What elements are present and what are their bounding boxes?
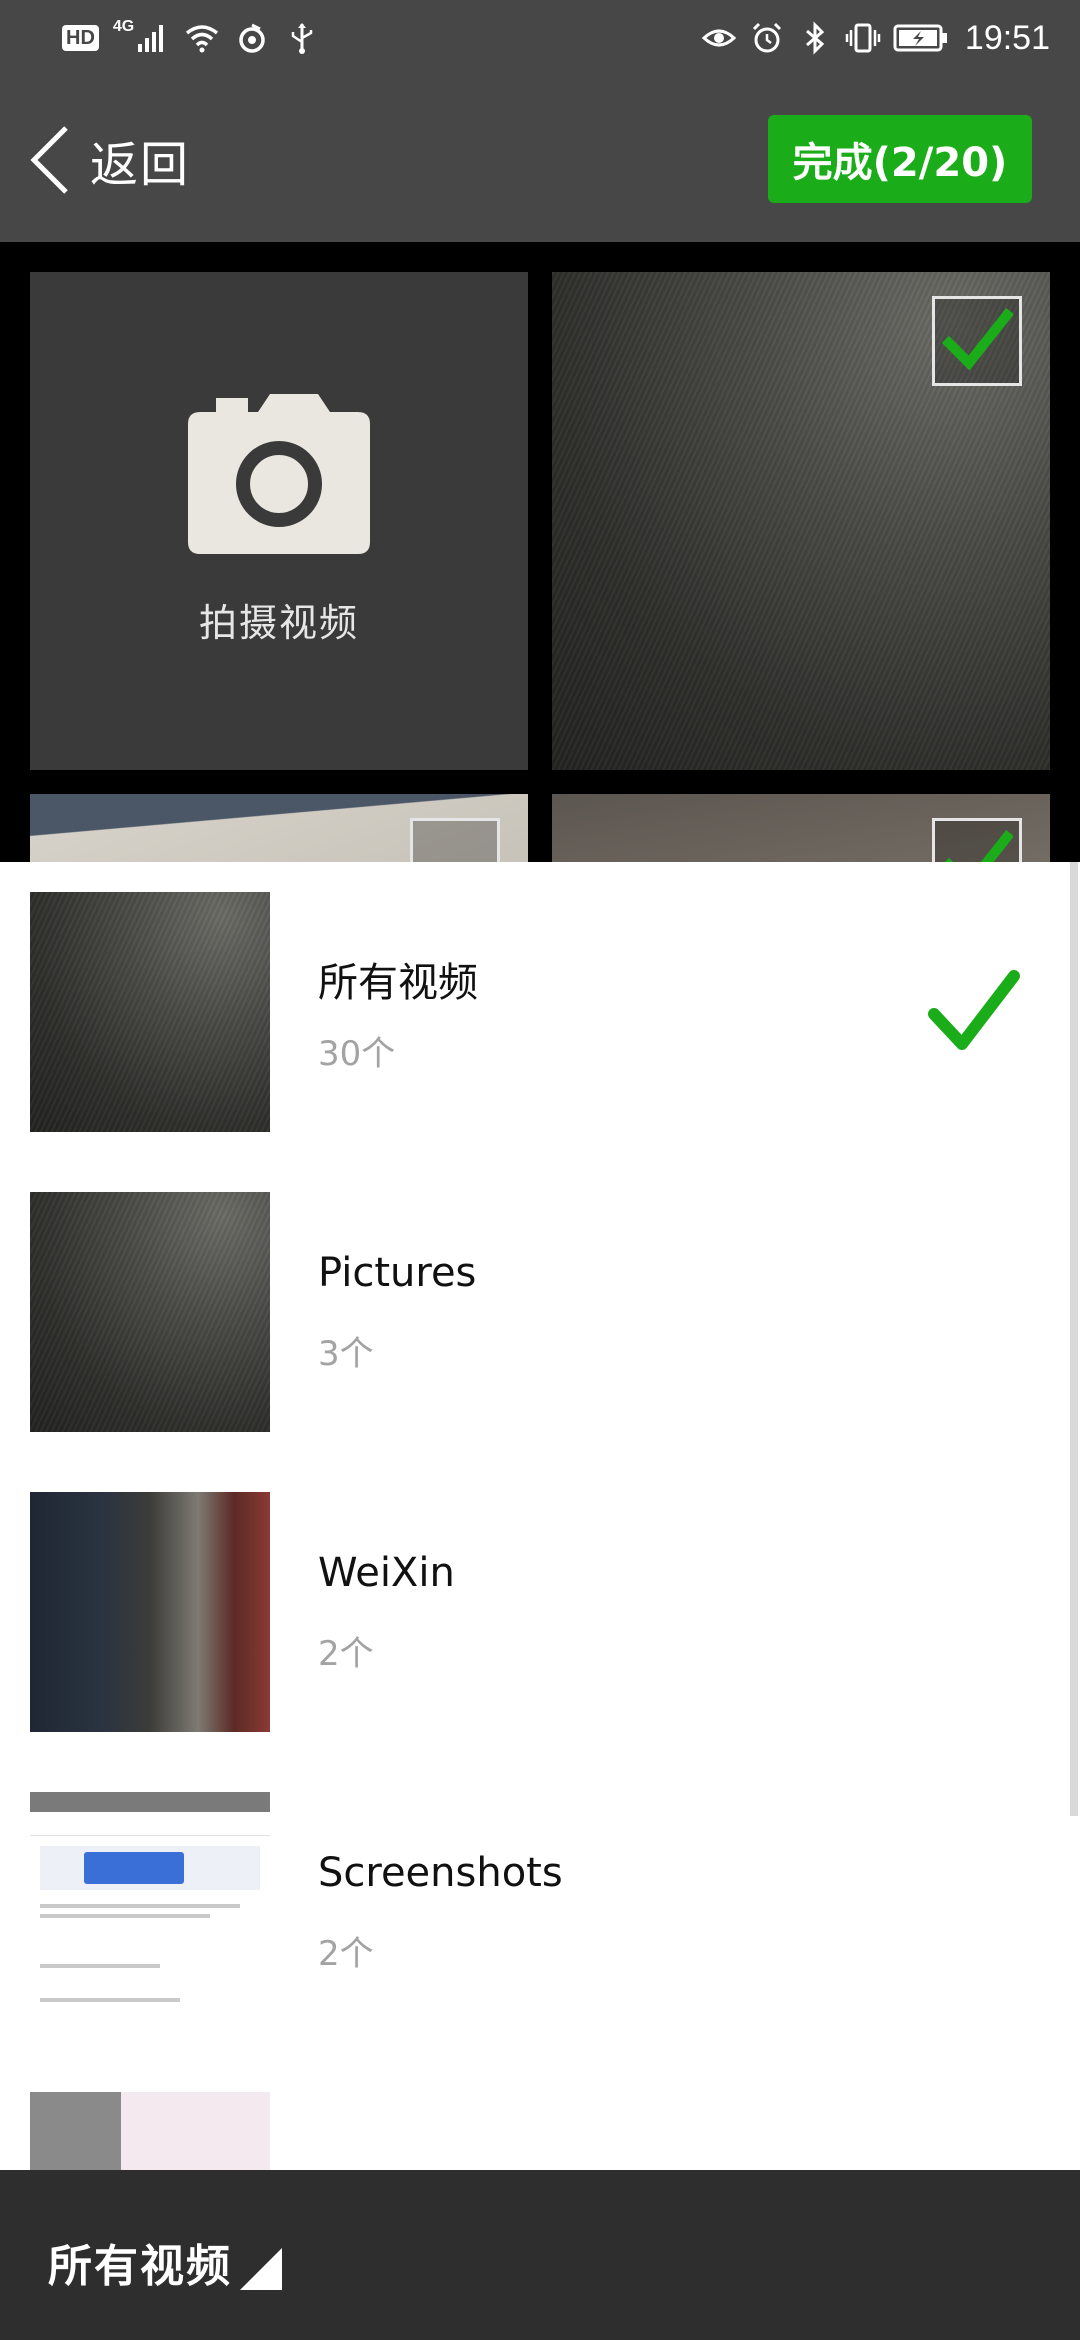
select-checkbox[interactable]: [932, 296, 1022, 386]
video-thumbnail[interactable]: [552, 794, 1050, 862]
thumbnail-tabs: [30, 1818, 270, 1836]
wifi-icon: [186, 25, 219, 53]
video-grid: 拍摄视频: [0, 242, 1080, 862]
album-count: 30个: [318, 1034, 396, 1074]
select-checkbox[interactable]: [932, 818, 1022, 862]
thumbnail-text-line: [40, 1998, 180, 2002]
record-video-label: 拍摄视频: [198, 601, 359, 645]
usb-icon: [291, 23, 313, 54]
album-name: Screenshots: [318, 1850, 563, 1896]
select-checkbox[interactable]: [410, 818, 500, 862]
done-button[interactable]: 完成(2/20): [768, 115, 1032, 203]
video-thumbnail[interactable]: [30, 794, 528, 862]
camera-icon: [188, 394, 370, 554]
thumbnail-banner-card: [84, 1852, 184, 1884]
album-selector-label: 所有视频: [48, 2241, 232, 2292]
thumbnail-text-line: [40, 1964, 160, 1968]
album-count: 3个: [318, 1334, 374, 1374]
signal-icon: [138, 25, 164, 52]
thumbnail-text-line: [40, 1904, 240, 1908]
album-name: 所有视频: [318, 960, 478, 1006]
album-thumbnail: [30, 1492, 270, 1732]
alarm-icon: [752, 22, 781, 53]
eye-icon: [701, 29, 737, 47]
vibrate-icon: [845, 23, 881, 53]
top-bar: 返回 完成(2/20): [0, 76, 1080, 242]
bottom-bar: 所有视频: [0, 2170, 1080, 2340]
record-video-tile[interactable]: 拍摄视频: [30, 272, 528, 770]
album-count: 2个: [318, 1634, 374, 1674]
status-bar-right: 19:51: [701, 18, 1050, 58]
dropdown-triangle-icon: [240, 2248, 282, 2290]
back-label: 返回: [90, 137, 191, 193]
selected-checkmark-icon: [928, 970, 1020, 1050]
data-sync-icon: [239, 23, 265, 53]
network-type-label: 4G: [112, 18, 135, 35]
album-count: 2个: [318, 1934, 374, 1974]
video-thumbnail[interactable]: [552, 272, 1050, 770]
back-button[interactable]: 返回: [28, 120, 190, 200]
thumbnail-header-bar: [30, 1792, 270, 1812]
thumbnail-text-line: [40, 1914, 210, 1918]
battery-icon: [893, 24, 947, 52]
album-item-partial[interactable]: [0, 2062, 1070, 2170]
album-item-pictures[interactable]: Pictures 3个: [0, 1162, 1070, 1462]
chevron-left-icon: [30, 126, 68, 194]
bluetooth-icon: [805, 21, 825, 55]
album-item-screenshots[interactable]: Screenshots 2个: [0, 1762, 1070, 2062]
status-bar: HD 4G 19:51: [0, 0, 1080, 76]
checkmark-icon: [941, 307, 1013, 371]
clock-time: 19:51: [964, 18, 1050, 57]
album-name: WeiXin: [318, 1550, 455, 1596]
scrollbar[interactable]: [1070, 862, 1078, 1816]
album-list-panel: 所有视频 30个 Pictures 3个 WeiXin 2个 Screensho…: [0, 862, 1080, 2170]
album-thumbnail: [30, 1792, 270, 2032]
album-thumbnail: [30, 1192, 270, 1432]
album-item-all-videos[interactable]: 所有视频 30个: [0, 862, 1070, 1162]
album-thumbnail: [30, 892, 270, 1132]
hd-badge: HD: [62, 25, 99, 51]
thumbnail-banner: [40, 1846, 260, 1890]
checkmark-icon: [944, 829, 1013, 862]
album-thumbnail: [30, 2092, 270, 2170]
album-name: Pictures: [318, 1250, 477, 1296]
album-selector-button[interactable]: 所有视频: [48, 2230, 286, 2294]
status-bar-left: HD 4G: [62, 18, 320, 58]
album-item-weixin[interactable]: WeiXin 2个: [0, 1462, 1070, 1762]
